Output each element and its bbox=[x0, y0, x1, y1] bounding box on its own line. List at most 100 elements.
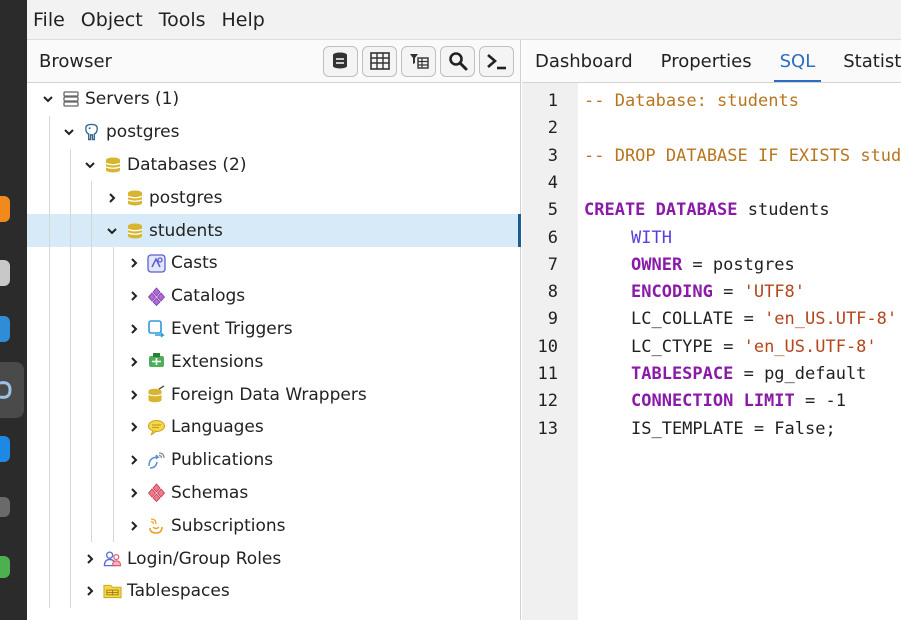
tree-guide-line bbox=[91, 246, 92, 280]
code-line-8: ENCODING = 'UTF8' bbox=[631, 282, 805, 302]
tree-item-postgres-server[interactable]: postgres bbox=[27, 115, 521, 149]
terminal-dock-icon[interactable] bbox=[0, 316, 10, 342]
app-dock-icon[interactable] bbox=[0, 497, 10, 517]
chevron-right-icon[interactable] bbox=[127, 420, 141, 434]
line-number: 9 bbox=[547, 309, 558, 330]
tree-item-foreign-data-wrappers[interactable]: Foreign Data Wrappers bbox=[27, 378, 521, 411]
sql-string: 'en_US.UTF-8' bbox=[743, 336, 877, 357]
chevron-down-icon[interactable] bbox=[83, 158, 97, 172]
sql-code-viewer[interactable]: 1 2 3 4 5 6 7 8 9 10 11 12 13 -- Databas… bbox=[522, 83, 901, 620]
tree-item-extensions[interactable]: Extensions bbox=[27, 345, 521, 379]
pgadmin-dock-icon[interactable] bbox=[0, 362, 24, 418]
tree-item-students-db[interactable]: students bbox=[27, 214, 521, 247]
sql-panel: Dashboard Properties SQL Statistics 1 2 … bbox=[522, 40, 901, 620]
chevron-right-icon[interactable] bbox=[105, 191, 119, 205]
tree-guide-line bbox=[113, 279, 114, 313]
tree-guide-line bbox=[91, 378, 92, 411]
tree-guide-line bbox=[49, 181, 50, 215]
tree-guide-line bbox=[91, 279, 92, 313]
tree-guide-line bbox=[49, 443, 50, 477]
line-number: 6 bbox=[547, 227, 558, 248]
tree-guide-line bbox=[49, 148, 50, 182]
tree-item-tablespaces[interactable]: Tablespaces bbox=[27, 574, 521, 608]
filter-rows-button[interactable] bbox=[401, 45, 436, 77]
line-number: 5 bbox=[547, 200, 558, 221]
tree-guide-line bbox=[49, 378, 50, 411]
code-line-11: TABLESPACE = pg_default bbox=[631, 364, 866, 384]
menu-file[interactable]: File bbox=[33, 9, 65, 31]
sql-keyword: CONNECTION LIMIT bbox=[631, 391, 795, 412]
tree-guide-line bbox=[70, 476, 71, 510]
chevron-right-icon[interactable] bbox=[127, 388, 141, 402]
chevron-right-icon[interactable] bbox=[83, 552, 97, 566]
tree-guide-line bbox=[91, 509, 92, 543]
query-tool-button[interactable] bbox=[323, 45, 358, 77]
database-icon bbox=[125, 188, 144, 207]
tree-item-languages[interactable]: Languages bbox=[27, 410, 521, 444]
tree-item-subscriptions[interactable]: Subscriptions bbox=[27, 509, 521, 543]
search-objects-button[interactable] bbox=[440, 45, 475, 77]
line-number: 10 bbox=[537, 336, 558, 357]
tree-item-casts[interactable]: Casts bbox=[27, 246, 521, 280]
tree-guide-line bbox=[49, 476, 50, 510]
chevron-right-icon[interactable] bbox=[127, 355, 141, 369]
tab-statistics[interactable]: Statistics bbox=[843, 40, 901, 82]
chevron-right-icon[interactable] bbox=[83, 584, 97, 598]
tree-item-catalogs[interactable]: Catalogs bbox=[27, 279, 521, 313]
code-line-3: -- DROP DATABASE IF EXISTS students; bbox=[584, 146, 901, 166]
tree-item-event-triggers[interactable]: Event Triggers bbox=[27, 312, 521, 346]
object-tree: Servers (1) postgres Databases (2) postg… bbox=[27, 83, 521, 608]
tab-properties[interactable]: Properties bbox=[661, 40, 752, 82]
databases-icon bbox=[103, 155, 122, 174]
tree-guide-line bbox=[91, 312, 92, 346]
tree-item-publications[interactable]: Publications bbox=[27, 443, 521, 477]
tree-item-databases[interactable]: Databases (2) bbox=[27, 148, 521, 182]
menu-bar: File Object Tools Help bbox=[27, 0, 901, 40]
panel-tabs: Dashboard Properties SQL Statistics bbox=[522, 40, 901, 83]
chevron-right-icon[interactable] bbox=[127, 486, 141, 500]
tree-guide-line bbox=[70, 443, 71, 477]
chevron-right-icon[interactable] bbox=[127, 289, 141, 303]
sql-string: 'en_US.UTF-8' bbox=[764, 309, 898, 330]
menu-tools[interactable]: Tools bbox=[159, 9, 206, 31]
tree-guide-line bbox=[70, 279, 71, 313]
chevron-right-icon[interactable] bbox=[127, 519, 141, 533]
browser-header: Browser bbox=[27, 40, 520, 83]
line-number: 11 bbox=[537, 364, 558, 384]
tree-guide-line bbox=[113, 246, 114, 280]
chevron-down-icon[interactable] bbox=[62, 125, 76, 139]
tree-guide-line bbox=[70, 148, 71, 182]
tree-item-postgres-db[interactable]: postgres bbox=[27, 181, 521, 215]
tree-item-label: Languages bbox=[171, 417, 264, 438]
tree-item-servers[interactable]: Servers (1) bbox=[27, 83, 521, 116]
tree-item-label: postgres bbox=[106, 122, 180, 143]
tab-sql[interactable]: SQL bbox=[773, 40, 821, 82]
browser-panel: Browser Servers (1) postgres Databases (… bbox=[27, 40, 521, 620]
elephant-icon bbox=[82, 123, 101, 142]
line-number: 13 bbox=[537, 418, 558, 439]
menu-object[interactable]: Object bbox=[81, 9, 143, 31]
tab-dashboard[interactable]: Dashboard bbox=[535, 40, 633, 82]
servers-icon bbox=[61, 90, 80, 109]
chevron-down-icon[interactable] bbox=[105, 224, 119, 238]
tree-guide-line bbox=[113, 378, 114, 411]
menu-help[interactable]: Help bbox=[222, 9, 265, 31]
view-data-button[interactable] bbox=[362, 45, 397, 77]
firefox-dock-icon[interactable] bbox=[0, 196, 10, 222]
vscode-dock-icon[interactable] bbox=[0, 436, 10, 462]
chevron-right-icon[interactable] bbox=[127, 256, 141, 270]
tree-item-schemas[interactable]: Schemas bbox=[27, 476, 521, 510]
chevron-down-icon[interactable] bbox=[41, 92, 55, 106]
chevron-right-icon[interactable] bbox=[127, 453, 141, 467]
tree-guide-line bbox=[91, 443, 92, 477]
code-line-7: OWNER = postgres bbox=[631, 255, 795, 275]
terminal-green-dock-icon[interactable] bbox=[0, 556, 10, 578]
event-triggers-icon bbox=[147, 319, 166, 338]
tree-guide-line bbox=[113, 410, 114, 444]
sql-value: = -1 bbox=[794, 391, 846, 412]
tree-item-login-group-roles[interactable]: Login/Group Roles bbox=[27, 542, 521, 575]
psql-tool-button[interactable] bbox=[479, 45, 514, 77]
code-line-6: WITH bbox=[631, 228, 672, 248]
chevron-right-icon[interactable] bbox=[127, 322, 141, 336]
files-dock-icon[interactable] bbox=[0, 260, 10, 286]
